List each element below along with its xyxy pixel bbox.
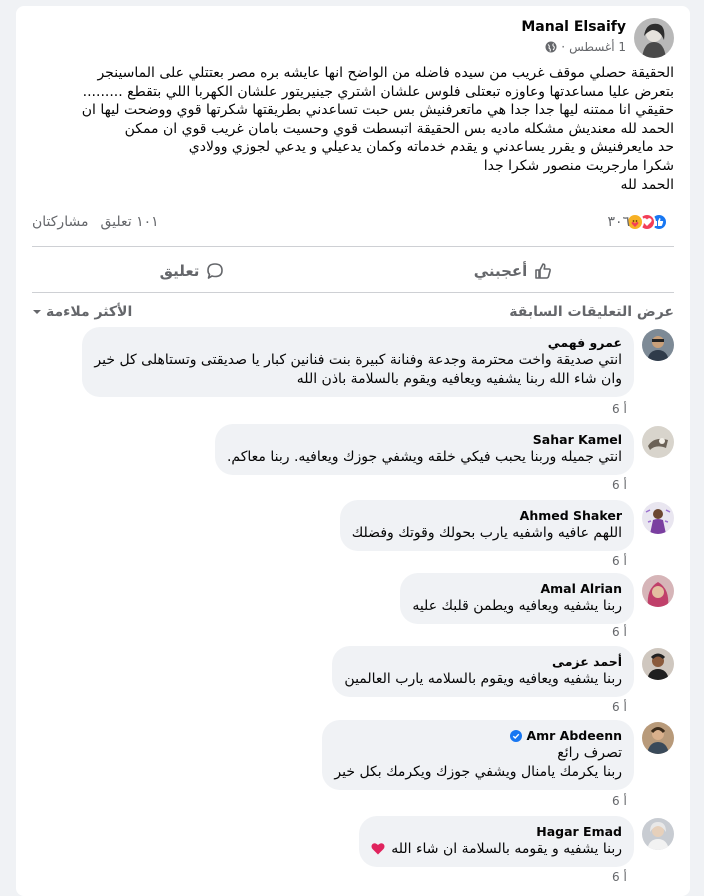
commenter-avatar[interactable] <box>642 329 674 361</box>
commenter-name[interactable]: أحمد عزمى <box>344 654 622 670</box>
comment: Amal Alrian ربنا يشفيه ويعافيه ويطمن قلب… <box>400 573 674 624</box>
comment-line: تصرف رائع <box>557 745 622 761</box>
post-line: الحمد لله <box>620 176 675 193</box>
post-line: حد مايعرفنيش و يقرر يساعدني و يقدم خدمات… <box>188 139 674 156</box>
red-heart-icon <box>371 843 385 855</box>
shares-count[interactable]: مشاركتان <box>32 214 88 230</box>
relevance-dropdown[interactable]: الأكثر ملاءمة <box>32 304 132 320</box>
comment: Ahmed Shaker اللهم عافيه واشفيه يارب بحو… <box>339 500 674 551</box>
comment-text: اللهم عافيه واشفيه يارب بحولك وقوتك وفضل… <box>352 524 622 543</box>
comment-bubble: Sahar Kamel انتي جميله وربنا يحبب فيكي خ… <box>214 424 634 475</box>
post-line: الحمد لله معنديش مشكله ماديه بس الحقيقة … <box>124 120 674 137</box>
commenter-avatar[interactable] <box>642 575 674 607</box>
comment-label: تعليق <box>159 262 200 280</box>
comment-line: اللهم عافيه واشفيه يارب بحولك وقوتك وفضل… <box>351 525 622 541</box>
verified-badge-icon <box>510 730 523 742</box>
comment: Amr Abdeenn تصرف رائع ربنا يكرمك يامنال … <box>322 720 674 790</box>
author-avatar[interactable] <box>634 18 674 58</box>
divider <box>32 292 674 293</box>
comment: Sahar Kamel انتي جميله وربنا يحبب فيكي خ… <box>214 424 674 475</box>
comment-bubble: Amal Alrian ربنا يشفيه ويعافيه ويطمن قلب… <box>400 573 634 624</box>
comment-timestamp[interactable]: 6 أ <box>612 794 627 808</box>
commenter-name-row: Amr Abdeenn <box>334 728 622 744</box>
comment-bubble: Ahmed Shaker اللهم عافيه واشفيه يارب بحو… <box>339 500 634 551</box>
comments-count[interactable]: ١٠١ تعليق <box>100 214 158 230</box>
comment-text: تصرف رائع ربنا يكرمك يامنال ويشفي جوزك و… <box>334 744 622 782</box>
comments-filter-row: عرض التعليقات السابقة الأكثر ملاءمة <box>32 300 674 324</box>
comment: عمرو فهمي انتي صديقة واخت محترمة وجدعة و… <box>82 327 674 397</box>
like-label: أعجبني <box>473 262 528 280</box>
comment-text: انتي صديقة واخت محترمة وجدعة وفنانة كبير… <box>94 351 622 389</box>
meta-separator: · <box>561 40 566 54</box>
post-line: حقيقي انا ممتنه ليها جدا جدا هي ماتعرفني… <box>81 102 674 119</box>
commenter-name[interactable]: عمرو فهمي <box>94 335 622 351</box>
comment-timestamp[interactable]: 6 أ <box>612 554 627 568</box>
commenter-name[interactable]: Amr Abdeenn <box>526 728 622 744</box>
comment-bubble: عمرو فهمي انتي صديقة واخت محترمة وجدعة و… <box>82 327 634 397</box>
comment-text: انتي جميله وربنا يحبب فيكي خلقه ويشفي جو… <box>227 448 622 467</box>
comment-line: ربنا يشفيه و يقومه بالسلامة ان شاء الله <box>371 840 622 859</box>
like-icon <box>535 263 552 279</box>
comment-text: ربنا يشفيه و يقومه بالسلامة ان شاء الله <box>371 840 622 859</box>
post-actions: أعجبني تعليق <box>32 250 674 292</box>
comment-timestamp[interactable]: 6 أ <box>612 402 627 416</box>
post-line: شكرا مارجريت منصور شكرا جدا <box>483 157 674 174</box>
commenter-name[interactable]: Sahar Kamel <box>227 432 622 448</box>
commenter-avatar[interactable] <box>642 648 674 680</box>
comment-line: انتي جميله وربنا يحبب فيكي خلقه ويشفي جو… <box>226 449 622 465</box>
author-name[interactable]: Manal Elsaify <box>521 18 626 36</box>
comment-timestamp[interactable]: 6 أ <box>612 478 627 492</box>
relevance-label: الأكثر ملاءمة <box>46 304 133 320</box>
comment-button[interactable]: تعليق <box>32 250 353 292</box>
post-card: Manal Elsaify 1 أغسطس · الحقيقة حصلي موق… <box>16 6 690 896</box>
post-body: الحقيقة حصلي موقف غريب من سيده فاضله من … <box>32 64 674 194</box>
engagement-counts: ١٠١ تعليق مشاركتان <box>32 214 159 230</box>
caret-down-icon <box>33 310 41 314</box>
post-stats: ٣٠٦ ١٠١ تعليق مشاركتان <box>32 212 674 232</box>
comment-text: ربنا يشفيه ويعافيه ويطمن قلبك عليه <box>412 597 622 616</box>
like-button[interactable]: أعجبني <box>353 250 674 292</box>
comment-line: ربنا يشفيه ويعافيه ويقوم بالسلامه يارب ا… <box>344 671 622 687</box>
commenter-avatar[interactable] <box>642 426 674 458</box>
comment: أحمد عزمى ربنا يشفيه ويعافيه ويقوم بالسل… <box>332 646 674 697</box>
comment-timestamp[interactable]: 6 أ <box>612 625 627 639</box>
comment-bubble: أحمد عزمى ربنا يشفيه ويعافيه ويقوم بالسل… <box>332 646 634 697</box>
comment-text: ربنا يشفيه ويعافيه ويقوم بالسلامه يارب ا… <box>344 670 622 689</box>
comment-line-text: ربنا يشفيه و يقومه بالسلامة ان شاء الله <box>391 841 622 857</box>
divider <box>32 246 674 247</box>
comment-line: انتي صديقة واخت محترمة وجدعة وفنانة كبير… <box>94 352 622 368</box>
commenter-name[interactable]: Hagar Emad <box>371 824 622 840</box>
commenter-avatar[interactable] <box>642 818 674 850</box>
comment-icon <box>207 263 224 279</box>
post-header: Manal Elsaify 1 أغسطس · <box>521 18 674 58</box>
view-previous-comments[interactable]: عرض التعليقات السابقة <box>509 304 674 320</box>
post-meta: 1 أغسطس · <box>521 39 626 55</box>
post-line: الحقيقة حصلي موقف غريب من سيده فاضله من … <box>97 65 674 81</box>
comment-timestamp[interactable]: 6 أ <box>612 700 627 714</box>
commenter-name[interactable]: Ahmed Shaker <box>352 508 622 524</box>
comment-bubble: Amr Abdeenn تصرف رائع ربنا يكرمك يامنال … <box>322 720 634 790</box>
comment-bubble: Hagar Emad ربنا يشفيه و يقومه بالسلامة ا… <box>358 816 634 867</box>
post-date[interactable]: 1 أغسطس <box>569 39 626 55</box>
commenter-avatar[interactable] <box>642 502 674 534</box>
comment-line: ربنا يشفيه ويعافيه ويطمن قلبك عليه <box>412 598 622 614</box>
globe-icon <box>545 41 557 53</box>
comment-timestamp[interactable]: 6 أ <box>612 870 627 884</box>
comment-line: وان شاء الله ربنا يشفيه ويعافيه ويقوم با… <box>296 371 622 387</box>
reactions-count[interactable]: ٣٠٦ <box>607 214 630 230</box>
reactions-summary[interactable]: ٣٠٦ <box>607 213 674 231</box>
commenter-avatar[interactable] <box>642 722 674 754</box>
comment: Hagar Emad ربنا يشفيه و يقومه بالسلامة ا… <box>358 816 674 867</box>
commenter-name[interactable]: Amal Alrian <box>412 581 622 597</box>
comment-line: ربنا يكرمك يامنال ويشفي جوزك ويكرمك بكل … <box>334 764 622 780</box>
post-line: بتعرض عليا مساعدتها وعاوزه تبعتلى فلوس ع… <box>82 83 674 100</box>
